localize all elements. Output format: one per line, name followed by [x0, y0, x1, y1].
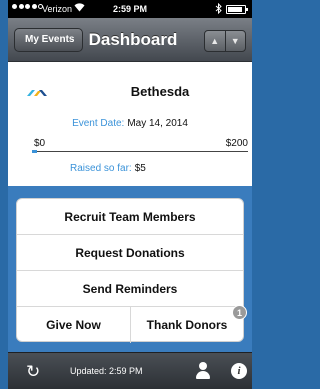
- recruit-team-members-button[interactable]: Recruit Team Members: [17, 199, 243, 235]
- event-name: Bethesda: [130, 84, 190, 99]
- battery-icon: [226, 5, 248, 14]
- give-now-label: Give Now: [46, 318, 101, 332]
- event-date: Event Date: May 14, 2014: [8, 118, 252, 129]
- thank-donors-button[interactable]: Thank Donors 1: [130, 305, 247, 343]
- notification-badge: 1: [232, 305, 247, 320]
- goal-max-label: $200: [225, 138, 248, 149]
- up-arrow-icon: ▲: [210, 36, 220, 46]
- event-info-panel: Bethesda Event Date: May 14, 2014 $0 $200…: [8, 62, 252, 186]
- raised-value: $5: [134, 163, 146, 174]
- bottom-toolbar: ↻ Updated: 2:59 PM i: [8, 352, 252, 389]
- navigation-bar: My Events Dashboard ▲ ▼: [8, 18, 252, 62]
- fundraising-progress-bar: [32, 150, 248, 153]
- app-screen: Verizon 2:59 PM My Events Dashboard ▲ ▼ …: [8, 0, 252, 389]
- down-arrow-icon: ▼: [230, 36, 240, 46]
- send-reminders-button[interactable]: Send Reminders: [17, 271, 243, 307]
- profile-icon[interactable]: [195, 362, 211, 380]
- request-label: Request Donations: [75, 245, 185, 260]
- goal-min-label: $0: [34, 138, 46, 149]
- recruit-label: Recruit Team Members: [64, 209, 196, 224]
- event-date-value: May 14, 2014: [127, 118, 188, 129]
- thank-donors-label: Thank Donors: [146, 318, 228, 332]
- bottom-action-row: Give Now Thank Donors 1: [17, 305, 247, 343]
- info-icon[interactable]: i: [231, 363, 247, 379]
- previous-event-button[interactable]: ▲: [205, 31, 225, 51]
- event-stepper: ▲ ▼: [204, 30, 246, 52]
- my-events-back-button[interactable]: My Events: [14, 28, 84, 52]
- refresh-icon[interactable]: ↻: [26, 362, 40, 382]
- raised-label: Raised so far:: [70, 163, 132, 174]
- page-title: Dashboard: [88, 30, 178, 49]
- last-updated-text: Updated: 2:59 PM: [70, 366, 143, 376]
- reminders-label: Send Reminders: [82, 281, 178, 296]
- give-now-button[interactable]: Give Now: [17, 307, 130, 343]
- bluetooth-icon: [215, 2, 222, 16]
- status-bar: Verizon 2:59 PM: [8, 0, 252, 18]
- event-logo-icon: [26, 84, 48, 102]
- actions-menu: Recruit Team Members Request Donations S…: [16, 198, 247, 343]
- progress-fill: [32, 150, 38, 153]
- request-donations-button[interactable]: Request Donations: [17, 235, 243, 271]
- next-event-button[interactable]: ▼: [224, 31, 246, 51]
- event-date-label: Event Date:: [72, 118, 125, 129]
- raised-so-far: Raised so far: $5: [70, 163, 146, 174]
